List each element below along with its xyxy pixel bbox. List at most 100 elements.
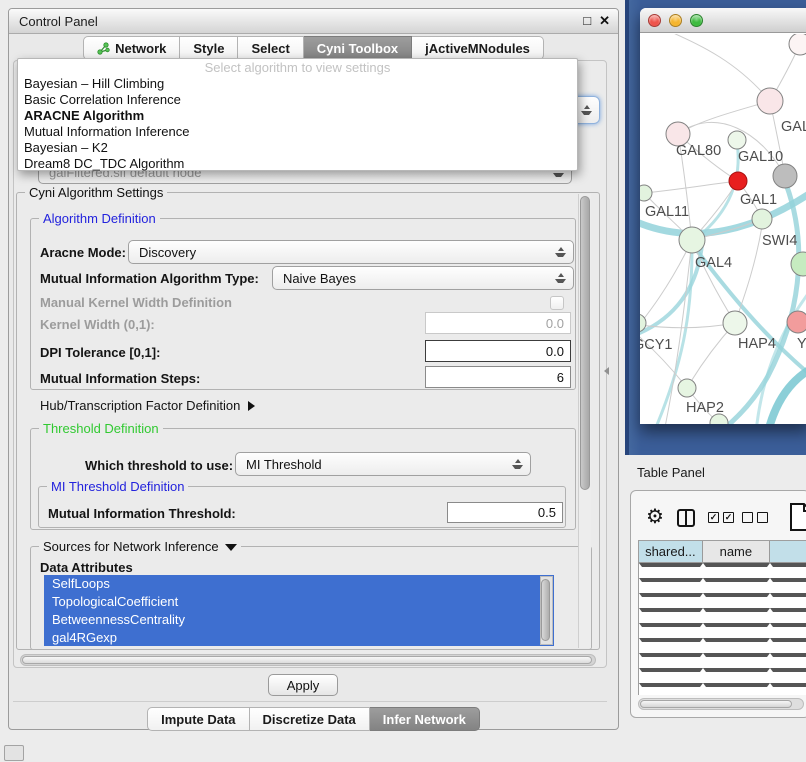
select-all-icon[interactable]: ✓✓ bbox=[708, 512, 734, 523]
algorithm-option[interactable]: Basic Correlation Inference bbox=[18, 92, 577, 108]
aracne-mode-label: Aracne Mode: bbox=[40, 245, 126, 260]
table-row[interactable]: YER054CYER054C8. bbox=[639, 623, 806, 638]
algorithm-option[interactable]: ARACNE Algorithm bbox=[18, 108, 577, 124]
mi-threshold-field[interactable]: 0.5 bbox=[447, 502, 563, 523]
network-node-gal4[interactable] bbox=[679, 227, 705, 253]
dpi-tolerance-field[interactable]: 0.0 bbox=[425, 340, 571, 362]
table-cell: 9. bbox=[770, 668, 806, 672]
threshold-definition-legend: Threshold Definition bbox=[39, 421, 163, 436]
network-node-gal1[interactable] bbox=[729, 172, 747, 190]
tab-discretize-data[interactable]: Discretize Data bbox=[250, 707, 370, 731]
network-node-label: GAL11 bbox=[645, 204, 689, 220]
deselect-all-icon[interactable] bbox=[742, 512, 768, 523]
attributes-scrollbar-thumb[interactable] bbox=[541, 579, 550, 641]
table-cell: YBR045C bbox=[639, 638, 703, 642]
splitter-collapse-icon[interactable] bbox=[604, 367, 609, 375]
network-node[interactable] bbox=[773, 164, 797, 188]
network-node[interactable] bbox=[789, 34, 806, 55]
table-horizontal-scrollbar-thumb[interactable] bbox=[640, 700, 792, 708]
tab-jactivemnodules[interactable]: jActiveMNodules bbox=[412, 36, 544, 60]
attribute-item[interactable]: gal4RGexp bbox=[44, 629, 554, 646]
which-threshold-combo[interactable]: MI Threshold bbox=[235, 452, 531, 476]
table-row[interactable]: YDL19...YDL19...13 bbox=[639, 563, 806, 578]
column-header-2[interactable] bbox=[770, 541, 806, 562]
table-cell: YIL052C bbox=[639, 683, 703, 687]
minimize-window-button[interactable] bbox=[669, 14, 682, 27]
network-node-gal2[interactable] bbox=[757, 88, 783, 114]
close-window-button[interactable] bbox=[648, 14, 661, 27]
network-node-label: Y bbox=[797, 336, 806, 352]
table-horizontal-scrollbar bbox=[638, 698, 804, 710]
table-row[interactable]: YIL052CYIL052C0. bbox=[639, 683, 806, 695]
attribute-item[interactable]: BetweennessCentrality bbox=[44, 611, 554, 629]
tab-label: Impute Data bbox=[161, 712, 235, 727]
algorithm-option[interactable]: Bayesian – K2 bbox=[18, 140, 577, 156]
network-window-titlebar[interactable] bbox=[640, 8, 806, 33]
network-node-y[interactable] bbox=[787, 311, 806, 333]
close-panel-icon[interactable]: ✕ bbox=[599, 13, 610, 29]
apply-button[interactable]: Apply bbox=[268, 674, 338, 696]
tab-infer-network[interactable]: Infer Network bbox=[370, 707, 480, 731]
kernel-width-field[interactable]: 0.0 bbox=[425, 312, 571, 334]
network-node-label: HAP2 bbox=[686, 400, 724, 416]
app: Control Panel □ ✕ NetworkStyleSelectCyni… bbox=[0, 0, 806, 762]
settings-horizontal-scrollbar-thumb[interactable] bbox=[22, 656, 592, 664]
tab-style[interactable]: Style bbox=[180, 36, 238, 60]
sources-legend: Sources for Network Inference bbox=[43, 539, 219, 554]
combo-stepper-icon bbox=[512, 459, 523, 469]
zoom-window-button[interactable] bbox=[690, 14, 703, 27]
tab-select[interactable]: Select bbox=[238, 36, 303, 60]
algorithm-option[interactable]: Mutual Information Inference bbox=[18, 124, 577, 140]
kernel-width-label: Kernel Width (0,1): bbox=[40, 317, 155, 332]
mi-type-combo[interactable]: Naive Bayes bbox=[272, 266, 574, 290]
attribute-item[interactable]: SelfLoops bbox=[44, 575, 554, 593]
network-edge bbox=[658, 34, 770, 101]
network-node[interactable] bbox=[791, 252, 806, 276]
hub-section-toggle[interactable]: Hub/Transcription Factor Definition bbox=[40, 398, 255, 413]
tab-network[interactable]: Network bbox=[83, 36, 180, 60]
table-cell: YDR27... bbox=[639, 578, 703, 582]
column-header-shared-[interactable]: shared... bbox=[639, 541, 703, 562]
float-panel-icon[interactable]: □ bbox=[583, 13, 591, 29]
split-columns-icon[interactable] bbox=[676, 508, 696, 533]
network-canvas[interactable]: GAL2GAL80GAL10GAL1SWI4GAL11GAL4GCY1HAP4Y… bbox=[640, 34, 806, 424]
algorithm-option[interactable]: Bayesian – Hill Climbing bbox=[18, 76, 577, 92]
table-cell: YER054C bbox=[639, 623, 703, 627]
table-row[interactable]: YDR27...YDR27...12 bbox=[639, 578, 806, 593]
table-cell: 9. bbox=[770, 638, 806, 642]
document-icon[interactable] bbox=[789, 502, 806, 537]
sources-legend-row[interactable]: Sources for Network Inference bbox=[39, 539, 241, 554]
network-node-swi4[interactable] bbox=[752, 209, 772, 229]
network-node-gal11[interactable] bbox=[640, 185, 652, 201]
column-header-name[interactable]: name bbox=[703, 541, 770, 562]
network-node-gal10[interactable] bbox=[728, 131, 746, 149]
tab-impute-data[interactable]: Impute Data bbox=[147, 707, 249, 731]
settings-gear-icon[interactable]: ⚙ bbox=[646, 506, 664, 528]
table-row[interactable]: YPR145WYPR145W9. bbox=[639, 608, 806, 623]
mi-threshold-definition-legend: MI Threshold Definition bbox=[47, 479, 188, 494]
data-attributes-list[interactable]: SelfLoopsTopologicalCoefficientBetweenne… bbox=[44, 575, 554, 646]
table-row[interactable]: YBR045CYBR045C9. bbox=[639, 638, 806, 653]
network-node-hap2[interactable] bbox=[678, 379, 696, 397]
settings-vertical-scrollbar-thumb[interactable] bbox=[580, 196, 590, 490]
which-threshold-value: MI Threshold bbox=[246, 457, 322, 472]
table-row[interactable]: YBR043CYBR043C bbox=[639, 593, 806, 608]
dropdown-placeholder: Select algorithm to view settings bbox=[18, 59, 577, 76]
attribute-item[interactable]: TopologicalCoefficient bbox=[44, 593, 554, 611]
manual-kernel-checkbox[interactable] bbox=[550, 296, 564, 310]
table-cell: YPR145W bbox=[639, 608, 703, 612]
mi-steps-field[interactable]: 6 bbox=[425, 366, 571, 388]
table-row[interactable]: YBL079WYBL079W bbox=[639, 653, 806, 668]
combo-stepper-icon bbox=[555, 247, 566, 257]
network-node-hap4[interactable] bbox=[723, 311, 747, 335]
table-cell: YER054C bbox=[703, 623, 770, 627]
minimized-panel-icon[interactable] bbox=[4, 745, 24, 761]
algorithm-option[interactable]: Dream8 DC_TDC Algorithm bbox=[18, 156, 577, 172]
settings-horizontal-scrollbar bbox=[20, 654, 596, 666]
table-row[interactable]: YLR345WYLR345W9. bbox=[639, 668, 806, 683]
tab-cyni-toolbox[interactable]: Cyni Toolbox bbox=[304, 36, 412, 60]
control-panel-titlebar[interactable]: Control Panel □ ✕ bbox=[9, 9, 618, 34]
network-node-label: HAP4 bbox=[738, 336, 776, 352]
table-cell: 8. bbox=[770, 623, 806, 627]
aracne-mode-combo[interactable]: Discovery bbox=[128, 240, 574, 264]
